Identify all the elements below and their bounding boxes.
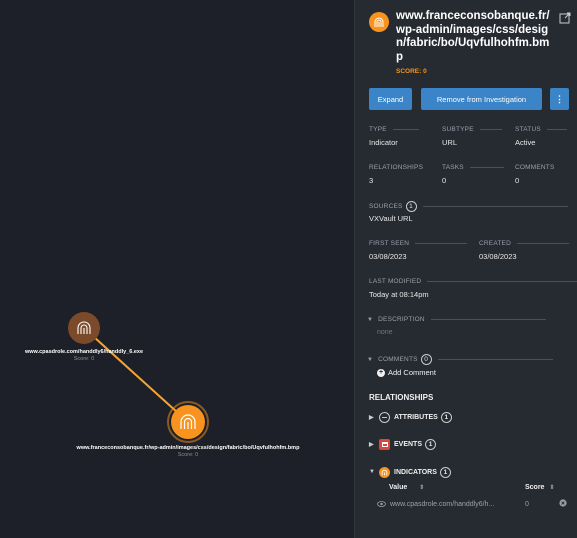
- relationships-value: 3: [369, 176, 374, 185]
- type-label: TYPE: [369, 126, 419, 133]
- sources-label: SOURCES 1: [369, 201, 568, 212]
- sources-count: 1: [405, 201, 417, 212]
- node-score: Score: 0: [177, 452, 199, 458]
- node-label-exe: www.cpasdrole.com/handdly6/handdly_6.exe…: [25, 349, 143, 362]
- attributes-count: 1: [440, 411, 452, 423]
- chevron-down-icon: ▼: [369, 469, 375, 475]
- tasks-label: TASKS: [442, 164, 504, 171]
- score-badge: SCORE: 0: [396, 68, 427, 75]
- description-toggle[interactable]: ▼ DESCRIPTION: [367, 316, 546, 323]
- remove-icon[interactable]: [559, 499, 567, 509]
- relationships-label: RELATIONSHIPS: [369, 164, 424, 171]
- events-toggle[interactable]: ▶ EVENTS 1: [369, 437, 437, 451]
- more-options-button[interactable]: ⋮: [550, 88, 569, 110]
- relationship-edge[interactable]: [83, 327, 189, 423]
- sort-icon: ⇕: [419, 485, 425, 491]
- attributes-icon: [379, 411, 390, 423]
- comments-count: 0: [420, 354, 432, 365]
- status-value: Active: [515, 138, 536, 147]
- created-value: 03/08/2023: [479, 252, 517, 261]
- last-modified-value: Today at 08:14pm: [369, 290, 429, 299]
- chevron-down-icon: ▼: [367, 357, 374, 364]
- description-value: none: [377, 329, 393, 336]
- column-header-score[interactable]: Score ⇕: [525, 484, 555, 491]
- first-seen-value: 03/08/2023: [369, 252, 407, 261]
- status-label: STATUS: [515, 126, 567, 133]
- chevron-right-icon: ▶: [369, 414, 374, 421]
- fingerprint-icon: [369, 12, 389, 32]
- attributes-toggle[interactable]: ▶ ATTRIBUTES 1: [369, 410, 452, 424]
- comments-value: 0: [515, 176, 520, 185]
- graph-canvas[interactable]: www.cpasdrole.com/handdly6/handdly_6.exe…: [0, 0, 354, 538]
- remove-from-investigation-button[interactable]: Remove from Investigation: [421, 88, 542, 110]
- plus-icon: +: [377, 368, 385, 377]
- chevron-down-icon: ▼: [367, 317, 374, 323]
- created-label: CREATED: [479, 240, 569, 247]
- comments-label: COMMENTS: [515, 164, 555, 171]
- eye-icon[interactable]: [377, 501, 386, 509]
- subtype-label: SUBTYPE: [442, 126, 502, 133]
- first-seen-label: FIRST SEEN: [369, 240, 468, 247]
- calendar-icon: [379, 438, 390, 450]
- sources-value: VXVault URL: [369, 214, 413, 223]
- node-label-text: www.franceconsobanque.fr/wp-admin/images…: [76, 445, 300, 451]
- node-label-text: www.cpasdrole.com/handdly6/handdly_6.exe: [24, 349, 144, 355]
- page-title: www.franceconsobanque.fr/wp-admin/images…: [396, 10, 550, 63]
- indicators-toggle[interactable]: ▼ INDICATORS 1: [369, 465, 451, 479]
- sort-icon: ⇕: [549, 485, 555, 491]
- expand-button[interactable]: Expand: [369, 88, 412, 110]
- indicators-count: 1: [439, 466, 451, 478]
- last-modified-label: LAST MODIFIED: [369, 278, 577, 285]
- graph-node-exe[interactable]: [68, 312, 100, 344]
- fingerprint-icon: [379, 466, 390, 478]
- comments-toggle[interactable]: ▼ COMMENTS 0: [367, 354, 553, 365]
- graph-node-bmp[interactable]: [167, 401, 209, 443]
- relationships-heading: RELATIONSHIPS: [369, 393, 434, 402]
- details-panel: www.franceconsobanque.fr/wp-admin/images…: [354, 0, 577, 538]
- events-count: 1: [425, 438, 437, 450]
- column-header-value[interactable]: Value ⇕: [389, 484, 424, 491]
- node-score: Score: 0: [73, 356, 95, 362]
- tasks-value: 0: [442, 176, 447, 185]
- node-label-bmp: www.franceconsobanque.fr/wp-admin/images…: [77, 445, 300, 458]
- indicator-score: 0: [525, 501, 529, 508]
- type-value: Indicator: [369, 138, 398, 147]
- external-link-icon[interactable]: [559, 11, 571, 24]
- indicator-value[interactable]: www.cpasdrole.com/handdly6/h...: [390, 501, 494, 508]
- subtype-value: URL: [442, 138, 458, 147]
- add-comment-button[interactable]: + Add Comment: [377, 368, 436, 377]
- chevron-right-icon: ▶: [369, 441, 374, 448]
